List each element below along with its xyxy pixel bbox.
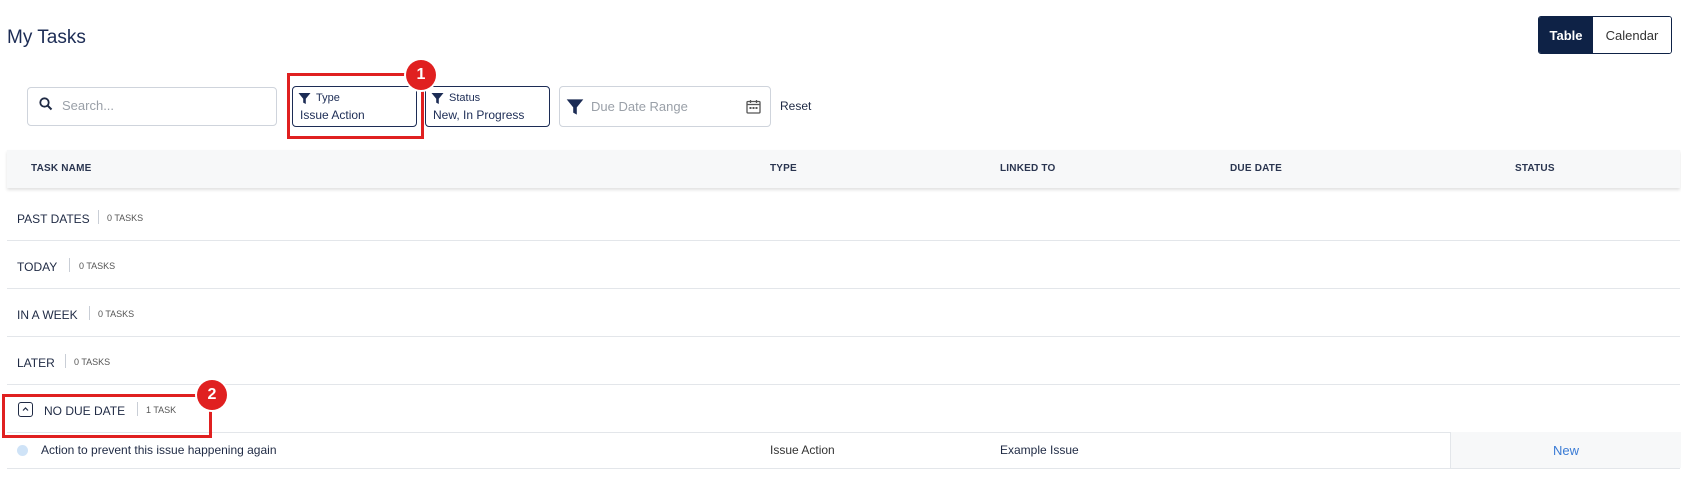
group-count: 0 TASKS: [79, 261, 116, 271]
group-name: TODAY: [17, 260, 58, 274]
table-view-button[interactable]: Table: [1539, 17, 1593, 53]
calendar-view-button[interactable]: Calendar: [1593, 17, 1671, 53]
group-later[interactable]: LATER 0 TASKS: [7, 337, 1680, 385]
task-linked-to[interactable]: Example Issue: [1000, 443, 1079, 457]
table-row[interactable]: Action to prevent this issue happening a…: [7, 432, 1681, 469]
column-header-task-name[interactable]: TASK NAME: [31, 163, 92, 174]
task-name[interactable]: Action to prevent this issue happening a…: [41, 443, 277, 457]
page-title: My Tasks: [7, 27, 86, 48]
status-filter-value: New, In Progress: [433, 108, 525, 122]
group-past-dates[interactable]: PAST DATES 0 TASKS: [7, 193, 1680, 241]
group-count: 0 TASKS: [74, 357, 111, 367]
group-no-due-date[interactable]: NO DUE DATE 1 TASK: [7, 385, 1680, 433]
search-box: [27, 87, 277, 126]
group-count: 0 TASKS: [107, 213, 144, 223]
search-icon: [39, 97, 53, 116]
task-status[interactable]: New: [1450, 432, 1681, 468]
calendar-icon[interactable]: [746, 99, 761, 119]
group-separator: [98, 210, 99, 224]
highlight-box-type-filter: [287, 73, 424, 139]
filter-icon: [566, 98, 584, 121]
group-name: PAST DATES: [17, 212, 90, 226]
column-header-status[interactable]: STATUS: [1515, 163, 1555, 174]
due-date-range-filter[interactable]: Due Date Range: [559, 86, 771, 127]
group-separator: [65, 354, 66, 368]
due-date-range-placeholder: Due Date Range: [591, 99, 688, 114]
task-type: Issue Action: [770, 443, 835, 457]
column-header-due-date[interactable]: DUE DATE: [1230, 163, 1282, 174]
annotation-badge-1: 1: [406, 60, 436, 90]
status-filter[interactable]: Status New, In Progress: [425, 86, 550, 127]
status-filter-label: Status: [449, 92, 481, 104]
highlight-box-no-due-date: [2, 394, 212, 438]
group-today[interactable]: TODAY 0 TASKS: [7, 241, 1680, 289]
column-header-type[interactable]: TYPE: [770, 163, 797, 174]
group-separator: [89, 306, 90, 320]
group-count: 0 TASKS: [98, 309, 135, 319]
group-in-a-week[interactable]: IN A WEEK 0 TASKS: [7, 289, 1680, 337]
column-header-linked-to[interactable]: LINKED TO: [1000, 163, 1056, 174]
group-name: IN A WEEK: [17, 308, 78, 322]
view-toggle: Table Calendar: [1538, 16, 1672, 54]
annotation-badge-2: 2: [197, 380, 227, 410]
group-name: LATER: [17, 356, 55, 370]
group-separator: [69, 258, 70, 272]
reset-filters-link[interactable]: Reset: [780, 99, 811, 113]
search-input[interactable]: [60, 97, 264, 114]
table-header: TASK NAME TYPE LINKED TO DUE DATE STATUS: [7, 150, 1680, 188]
task-status-dot-icon: [17, 445, 28, 456]
